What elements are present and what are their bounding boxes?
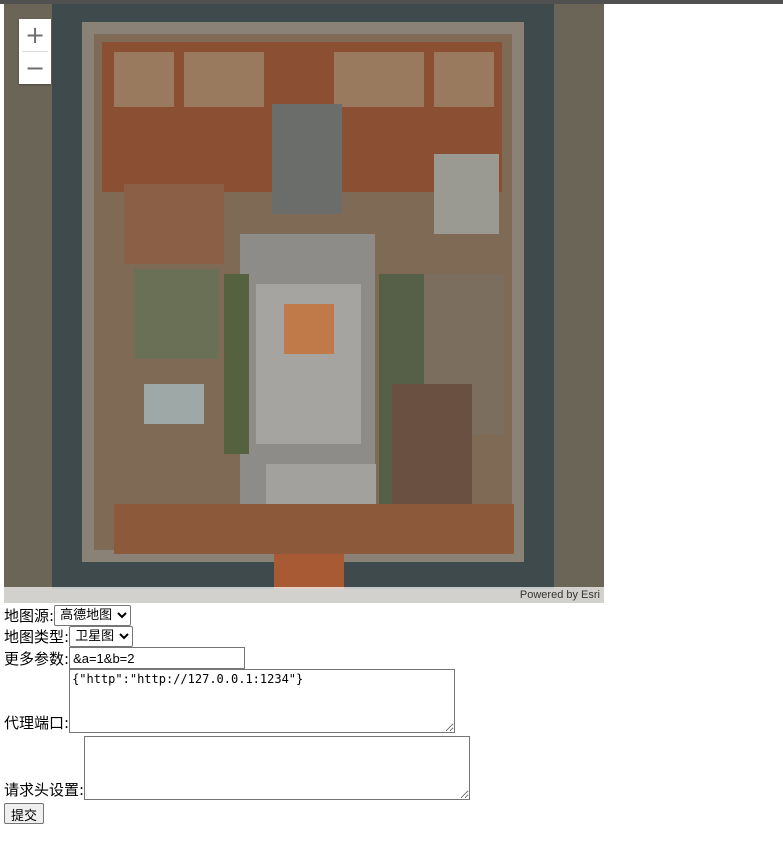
proxy-row: 代理端口:{"http":"http://127.0.0.1:1234"}: [4, 669, 764, 733]
minus-icon: −: [24, 54, 46, 82]
params-label: 更多参数:: [4, 650, 70, 668]
zoom-control: + −: [19, 19, 51, 84]
submit-button[interactable]: 提交: [4, 803, 45, 824]
zoom-in-button[interactable]: +: [19, 19, 51, 51]
headers-label: 请求头设置:: [4, 781, 85, 799]
submit-row: 提交: [4, 803, 764, 824]
source-row: 地图源: 高德地图: [4, 605, 764, 626]
params-input[interactable]: [69, 647, 246, 669]
headers-textarea[interactable]: [84, 736, 471, 800]
source-label: 地图源:: [4, 607, 55, 625]
params-row: 更多参数:: [4, 647, 764, 669]
zoom-out-button[interactable]: −: [19, 52, 51, 84]
proxy-textarea[interactable]: {"http":"http://127.0.0.1:1234"}: [69, 669, 456, 733]
type-label: 地图类型:: [4, 628, 70, 646]
satellite-imagery: [4, 4, 604, 603]
map-view[interactable]: + − Powered by Esri: [4, 4, 604, 603]
settings-form: 地图源:高德地图 地图类型:卫星图 更多参数: 代理端口:{"http":"ht…: [4, 605, 764, 824]
headers-row: 请求头设置:: [4, 736, 764, 800]
plus-icon: +: [24, 21, 46, 49]
type-select[interactable]: 卫星图: [69, 626, 134, 647]
proxy-label: 代理端口:: [4, 714, 70, 732]
map-attribution: Powered by Esri: [4, 587, 604, 603]
type-row: 地图类型: 卫星图: [4, 626, 764, 647]
source-select[interactable]: 高德地图: [54, 605, 132, 626]
